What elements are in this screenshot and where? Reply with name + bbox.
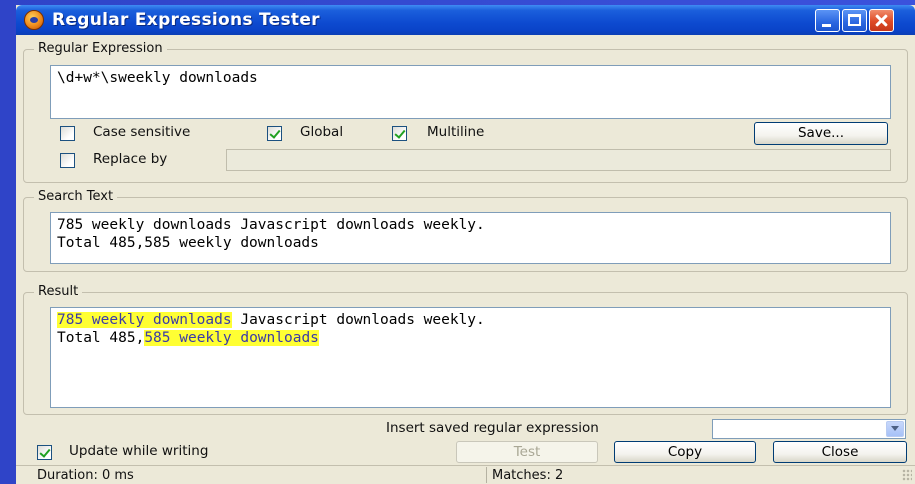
- replace-by-label: Replace by: [93, 151, 168, 167]
- save-button[interactable]: Save...: [754, 122, 888, 145]
- window-title: Regular Expressions Tester: [52, 10, 320, 30]
- status-separator: [486, 467, 487, 483]
- result-match-2: 585 weekly downloads: [144, 330, 319, 346]
- close-window-button[interactable]: [869, 9, 894, 32]
- copy-button[interactable]: Copy: [614, 441, 756, 463]
- status-bar: Duration: 0 ms Matches: 2: [16, 465, 915, 484]
- search-text-legend: Search Text: [34, 189, 118, 204]
- result-text-1: Javascript downloads weekly.: [231, 312, 485, 328]
- replace-by-checkbox[interactable]: [60, 153, 75, 168]
- resize-grip-icon[interactable]: [902, 469, 912, 481]
- result-output: 785 weekly downloads Javascript download…: [50, 307, 891, 408]
- regex-input[interactable]: \d+w*\sweekly downloads: [50, 65, 891, 119]
- search-text-line-1: 785 weekly downloads Javascript download…: [57, 217, 485, 233]
- case-sensitive-label: Case sensitive: [93, 124, 191, 140]
- duration-status: Duration: 0 ms: [37, 468, 134, 483]
- close-button[interactable]: Close: [773, 441, 907, 463]
- title-bar[interactable]: Regular Expressions Tester: [16, 5, 915, 35]
- maximize-button[interactable]: [842, 9, 867, 32]
- replace-by-field[interactable]: [226, 149, 891, 171]
- case-sensitive-checkbox[interactable]: [60, 126, 75, 141]
- multiline-checkbox[interactable]: [392, 126, 407, 141]
- search-text-line-2: Total 485,585 weekly downloads: [57, 235, 319, 251]
- minimize-button[interactable]: [815, 9, 840, 32]
- insert-saved-regex-label: Insert saved regular expression: [386, 420, 599, 436]
- update-while-writing-label: Update while writing: [69, 443, 209, 459]
- test-button[interactable]: Test: [456, 441, 598, 463]
- result-legend: Result: [34, 284, 83, 299]
- search-text-input[interactable]: 785 weekly downloads Javascript download…: [50, 212, 891, 264]
- firefox-icon: [24, 10, 44, 30]
- update-while-writing-checkbox[interactable]: [37, 445, 52, 460]
- saved-regex-dropdown[interactable]: [712, 419, 906, 439]
- multiline-label: Multiline: [427, 124, 485, 140]
- result-text-2: Total 485,: [57, 330, 145, 346]
- result-match-1: 785 weekly downloads: [57, 312, 232, 328]
- regular-expression-legend: Regular Expression: [34, 41, 167, 56]
- matches-status: Matches: 2: [492, 468, 564, 483]
- global-checkbox[interactable]: [267, 126, 282, 141]
- regex-tester-window: Regular Expressions Tester Regular Expre…: [16, 5, 915, 484]
- chevron-down-icon[interactable]: [886, 421, 904, 437]
- global-label: Global: [300, 124, 344, 140]
